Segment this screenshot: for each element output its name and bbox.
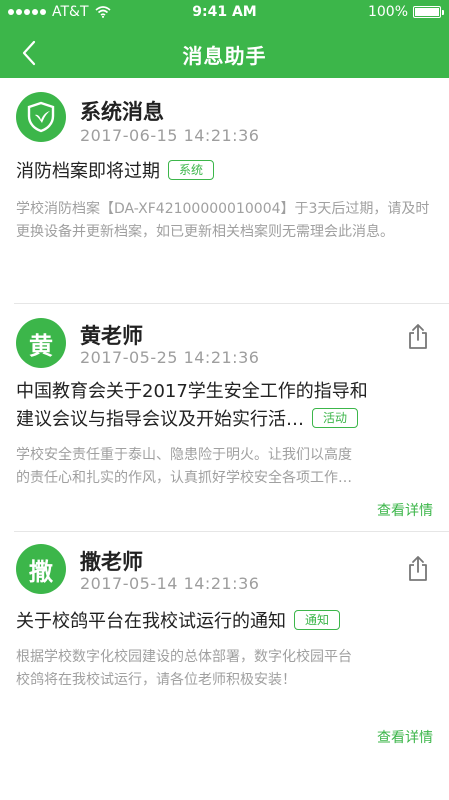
message-card-system[interactable]: 系统消息 2017-06-15 14:21:36 消防档案即将过期 系统 学校消防… bbox=[0, 78, 449, 304]
app-header: AT&T 9:41 AM 100% 消息助手 bbox=[0, 0, 449, 78]
shield-icon bbox=[27, 101, 55, 133]
status-right: 100% bbox=[367, 4, 444, 20]
battery-percent: 100% bbox=[367, 4, 408, 20]
share-icon bbox=[409, 324, 427, 349]
status-bar: AT&T 9:41 AM 100% bbox=[0, 0, 449, 24]
sender-avatar: 黄 bbox=[16, 318, 66, 368]
share-button[interactable] bbox=[405, 322, 431, 350]
message-sender: 撒老师 bbox=[80, 550, 143, 574]
message-title-line2: 建议会议与指导会议及开始实行活… bbox=[16, 409, 304, 430]
message-body: 根据学校数字化校园建设的总体部署，数字化校园平台 校鸽将在我校试运行，请各位老师… bbox=[16, 646, 431, 692]
message-sender: 黄老师 bbox=[80, 324, 143, 348]
page-title: 消息助手 bbox=[182, 44, 267, 68]
message-title-text: 消防档案即将过期 bbox=[16, 161, 160, 182]
share-icon bbox=[409, 556, 427, 581]
message-time: 2017-05-25 14:21:36 bbox=[80, 348, 260, 367]
message-sender: 系统消息 bbox=[80, 100, 164, 124]
message-card-sa[interactable]: 撒 撒老师 2017-05-14 14:21:36 关于校鸽平台在我校试运行的通… bbox=[0, 532, 449, 762]
message-card-huang[interactable]: 黄 黄老师 2017-05-25 14:21:36 中国教育会关于2017学生安… bbox=[0, 304, 449, 532]
message-body-line2: 的责任心和扎实的作风，认真抓好学校安全各项工作… bbox=[16, 470, 352, 486]
message-tag: 通知 bbox=[294, 610, 341, 630]
message-title: 中国教育会关于2017学生安全工作的指导和 建议会议与指导会议及开始实行活… 活动 bbox=[16, 378, 435, 434]
message-title: 关于校鸽平台在我校试运行的通知 通知 bbox=[16, 608, 435, 636]
sender-avatar: 撒 bbox=[16, 544, 66, 594]
message-body-line1: 根据学校数字化校园建设的总体部署，数字化校园平台 bbox=[16, 649, 352, 665]
message-time: 2017-06-15 14:21:36 bbox=[80, 126, 260, 145]
view-details-link[interactable]: 查看详情 bbox=[377, 727, 433, 747]
share-button[interactable] bbox=[405, 554, 431, 582]
battery-icon bbox=[413, 6, 444, 18]
message-time: 2017-05-14 14:21:36 bbox=[80, 574, 260, 593]
system-avatar bbox=[16, 92, 66, 142]
message-title-text: 关于校鸽平台在我校试运行的通知 bbox=[16, 611, 286, 632]
view-details-link[interactable]: 查看详情 bbox=[377, 500, 433, 520]
message-title: 消防档案即将过期 系统 bbox=[16, 158, 435, 186]
message-body-line2: 校鸽将在我校试运行，请各位老师积极安装！ bbox=[16, 672, 296, 688]
message-title-line1: 中国教育会关于2017学生安全工作的指导和 bbox=[16, 381, 368, 402]
message-body-line1: 学校安全责任重于泰山、隐患险于明火。让我们以高度 bbox=[16, 447, 352, 463]
message-body: 学校安全责任重于泰山、隐患险于明火。让我们以高度 的责任心和扎实的作风，认真抓好… bbox=[16, 444, 431, 490]
message-tag: 活动 bbox=[312, 408, 359, 428]
message-tag: 系统 bbox=[168, 160, 215, 180]
message-body: 学校消防档案【DA-XF42100000010004】于3天后过期，请及时更换设… bbox=[16, 201, 430, 240]
